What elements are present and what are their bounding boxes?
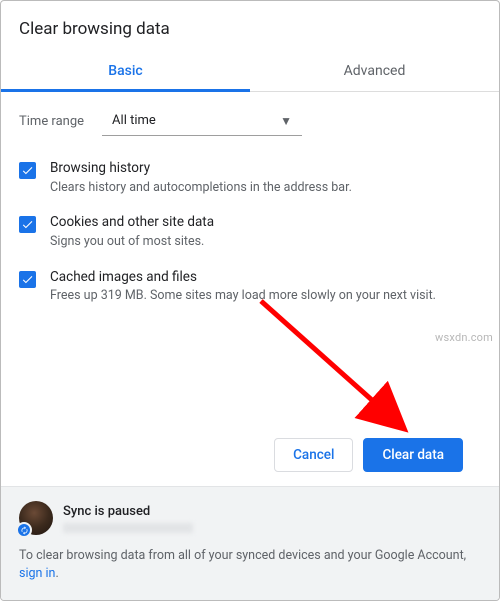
tab-advanced-label: Advanced [344, 63, 406, 79]
tab-basic-label: Basic [108, 63, 142, 79]
option-text: Browsing history Clears history and auto… [50, 160, 352, 196]
option-text: Cookies and other site data Signs you ou… [50, 214, 214, 250]
option-browsing-history: Browsing history Clears history and auto… [19, 160, 481, 196]
option-title: Browsing history [50, 160, 352, 178]
time-range-select[interactable]: All time ▼ [102, 106, 302, 136]
option-cache: Cached images and files Frees up 319 MB.… [19, 269, 481, 305]
check-icon [21, 164, 34, 177]
dialog-footer: Sync is paused To clear browsing data fr… [1, 486, 499, 600]
checkbox-cache[interactable] [19, 271, 36, 288]
spacer [19, 323, 481, 426]
checkbox-cookies[interactable] [19, 216, 36, 233]
option-title: Cached images and files [50, 269, 436, 287]
sync-status-label: Sync is paused [63, 504, 193, 519]
footer-note-prefix: To clear browsing data from all of your … [19, 548, 466, 563]
watermark-text: wsxdn.com [435, 331, 493, 344]
tab-advanced[interactable]: Advanced [250, 53, 499, 91]
tab-bar: Basic Advanced [1, 53, 499, 92]
dialog-actions: Cancel Clear data [19, 426, 481, 486]
cancel-button[interactable]: Cancel [274, 438, 353, 472]
dialog-title: Clear browsing data [1, 1, 499, 53]
cancel-button-label: Cancel [293, 447, 334, 463]
tab-basic[interactable]: Basic [1, 53, 250, 91]
sign-in-link[interactable]: sign in [19, 566, 55, 581]
time-range-value: All time [112, 113, 156, 128]
sync-status-row: Sync is paused [19, 501, 481, 535]
option-cookies: Cookies and other site data Signs you ou… [19, 214, 481, 250]
sync-paused-badge-icon [16, 522, 32, 538]
footer-note-suffix: . [55, 566, 58, 581]
option-desc: Clears history and autocompletions in th… [50, 180, 352, 197]
clear-data-button-label: Clear data [382, 447, 444, 463]
time-range-row: Time range All time ▼ [19, 106, 481, 136]
checkbox-browsing-history[interactable] [19, 162, 36, 179]
sync-status-text: Sync is paused [63, 504, 193, 533]
clear-data-button[interactable]: Clear data [363, 438, 463, 472]
option-text: Cached images and files Frees up 319 MB.… [50, 269, 436, 305]
clear-browsing-data-dialog: Clear browsing data Basic Advanced Time … [0, 0, 500, 601]
check-icon [21, 273, 34, 286]
dialog-content: Time range All time ▼ Browsing history C… [1, 92, 499, 486]
option-desc: Frees up 319 MB. Some sites may load mor… [50, 288, 436, 305]
option-desc: Signs you out of most sites. [50, 234, 214, 251]
chevron-down-icon: ▼ [280, 114, 292, 128]
avatar [19, 501, 53, 535]
check-icon [21, 218, 34, 231]
time-range-label: Time range [19, 114, 84, 129]
footer-note: To clear browsing data from all of your … [19, 547, 481, 582]
sync-email-redacted [63, 523, 193, 533]
option-title: Cookies and other site data [50, 214, 214, 232]
